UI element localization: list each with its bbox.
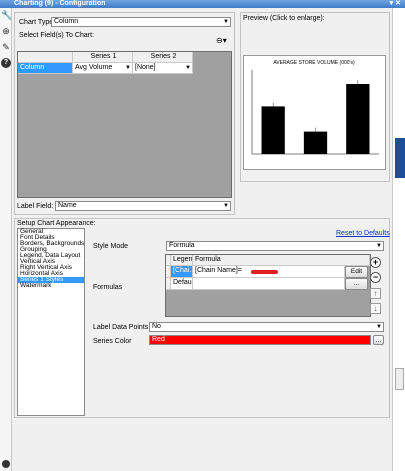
reset-defaults-link[interactable]: Reset to Defaults: [336, 230, 390, 237]
series2-value: [None]: [135, 64, 156, 71]
formula-row-formula-text: [Chain Name]=: [195, 267, 242, 274]
formulas-header-formula: Formula: [193, 255, 370, 266]
appearance-item[interactable]: Watermark: [18, 282, 84, 289]
formulas-label: Formulas: [93, 284, 123, 291]
formula-row-formula[interactable]: [Chain Name]=: [193, 266, 345, 278]
style-mode-label: Style Mode: [93, 243, 129, 250]
grid-header-series2: Series 2: [133, 52, 193, 63]
formula-row-legend[interactable]: [Chai...: [171, 266, 193, 278]
status-icon: [2, 460, 10, 468]
arrow-up-icon[interactable]: ↑: [370, 288, 381, 299]
series2-select[interactable]: [None] ▼: [133, 63, 193, 74]
setup-label: Setup Chart Appearance:: [17, 220, 96, 227]
style-mode-select[interactable]: Formula ▼: [166, 241, 384, 251]
preview-chart[interactable]: AVERAGE STORE VOLUME (000's): [243, 55, 386, 170]
chart-bar: [346, 84, 370, 154]
chart-type-label: Chart Type:: [19, 19, 56, 26]
color-picker-button[interactable]: ...: [373, 335, 384, 345]
series-color-value: Red: [152, 336, 165, 343]
label-field-label: Label Field:: [17, 203, 54, 210]
chart-title: AVERAGE STORE VOLUME (000's): [273, 60, 355, 66]
wrench-icon[interactable]: 🔧: [1, 10, 12, 20]
right-panel-strip: [392, 8, 405, 471]
appearance-list[interactable]: General Font Details Borders, Backgrounds G…: [17, 228, 85, 416]
chevron-down-icon: ▼: [223, 203, 229, 209]
help-icon[interactable]: ?: [1, 58, 11, 68]
label-points-value: No: [152, 323, 161, 330]
grid-corner-cell: [18, 52, 73, 63]
formula-row-formula[interactable]: [193, 278, 345, 290]
tool-strip: 🔧 ⊕ ✎ ?: [0, 8, 12, 471]
edit-default-button[interactable]: ...: [345, 278, 368, 290]
formulas-grid[interactable]: Legend Formula [Chai... [Chain Name]= Ed…: [165, 254, 371, 317]
canvas-fragment: [395, 138, 405, 178]
tag-icon[interactable]: ✎: [1, 42, 11, 52]
series1-select[interactable]: Avg Volume ▼: [73, 63, 133, 74]
scroll-fragment[interactable]: [395, 368, 404, 390]
connection-icon[interactable]: ⊕: [1, 26, 11, 36]
series-grid[interactable]: Series 1 Series 2 Column Avg Volume ▼ [N…: [17, 51, 232, 198]
window-title-bar: Charting (9) - Configuration ▾ ✕: [0, 0, 405, 8]
formula-row-legend[interactable]: Default: [171, 278, 193, 290]
preview-label: Preview (Click to enlarge):: [243, 15, 325, 22]
grid-options-button[interactable]: ⊖▾: [216, 37, 232, 46]
arrow-down-icon[interactable]: ↓: [370, 303, 381, 314]
formulas-header-legend: Legend: [171, 255, 193, 266]
redaction-mark: [251, 270, 278, 274]
label-field-value: Name: [58, 202, 77, 209]
grid-header-series1: Series 1: [73, 52, 133, 63]
chevron-down-icon: ▼: [185, 65, 191, 71]
bar-group: [261, 80, 370, 154]
grid-row-label[interactable]: Column: [18, 63, 73, 74]
add-icon[interactable]: +: [370, 257, 381, 268]
style-mode-value: Formula: [169, 242, 195, 249]
chart-type-select[interactable]: Column ▼: [51, 17, 231, 27]
label-points-select[interactable]: No ▼: [149, 322, 384, 332]
window-title: Charting (9) - Configuration: [14, 0, 106, 7]
remove-icon[interactable]: −: [370, 272, 381, 283]
chevron-down-icon: ▼: [125, 65, 131, 71]
chart-svg: AVERAGE STORE VOLUME (000's): [251, 60, 379, 155]
chevron-down-icon: ▼: [376, 243, 382, 249]
title-bar-controls[interactable]: ▾ ✕: [390, 0, 401, 8]
label-field-select[interactable]: Name ▼: [55, 201, 231, 211]
chevron-down-icon: ▼: [223, 19, 229, 25]
series-color-swatch[interactable]: Red: [149, 335, 371, 345]
chart-bar: [261, 106, 285, 154]
select-fields-label: Select Field(s) To Chart:: [19, 32, 94, 39]
appearance-items: General Font Details Borders, Backgrounds G…: [18, 228, 84, 289]
chevron-down-icon: ▼: [376, 324, 382, 330]
edit-formula-button[interactable]: Edit: [345, 266, 368, 278]
chart-bar: [303, 131, 328, 154]
label-points-label: Label Data Points: [93, 324, 149, 331]
series1-value: Avg Volume: [75, 64, 113, 71]
series-color-label: Series Color: [93, 338, 132, 345]
chart-type-value: Column: [54, 18, 79, 25]
